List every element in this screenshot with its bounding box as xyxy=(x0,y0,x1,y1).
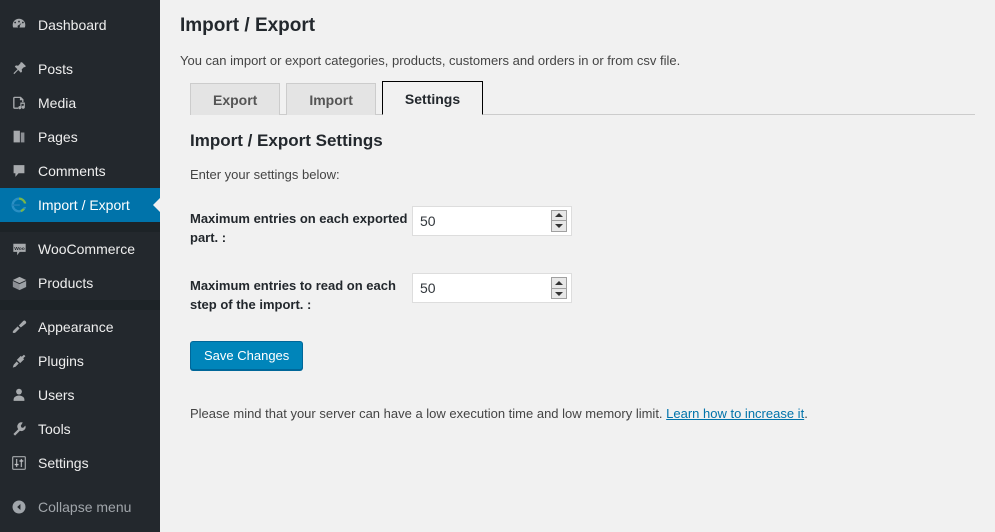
stepper-buttons[interactable] xyxy=(551,277,567,300)
sidebar-divider xyxy=(0,222,160,232)
sidebar-item-label: Products xyxy=(38,275,94,291)
settings-panel: Import / Export Settings Enter your sett… xyxy=(180,115,975,315)
woocommerce-icon: Woo xyxy=(9,239,29,259)
sidebar-item-posts[interactable]: Posts xyxy=(0,52,160,86)
stepper-buttons[interactable] xyxy=(551,209,567,232)
sidebar-item-label: Import / Export xyxy=(38,197,130,213)
field-row-max-import-entries: Maximum entries to read on each step of … xyxy=(190,273,975,315)
footnote-tail: . xyxy=(804,406,808,422)
svg-text:Woo: Woo xyxy=(14,245,25,251)
sidebar-divider xyxy=(0,42,160,52)
max-export-entries-stepper[interactable] xyxy=(412,205,572,236)
dashboard-icon xyxy=(9,15,29,35)
sidebar-item-pages[interactable]: Pages xyxy=(0,120,160,154)
max-export-entries-input[interactable] xyxy=(413,206,571,235)
tab-bar: Export Import Settings xyxy=(190,80,975,115)
sidebar-item-label: Pages xyxy=(38,129,78,145)
pin-icon xyxy=(9,59,29,79)
sidebar-item-label: Posts xyxy=(38,61,74,77)
admin-screen: Dashboard Posts Media Pages Comments Imp… xyxy=(0,0,995,532)
stepper-down-button[interactable] xyxy=(552,221,566,231)
sidebar-item-label: WooCommerce xyxy=(38,241,135,257)
comment-icon xyxy=(9,161,29,181)
max-import-entries-input[interactable] xyxy=(413,274,571,303)
collapse-left-arrow-icon xyxy=(9,497,29,517)
page-title: Import / Export xyxy=(180,15,316,36)
user-icon xyxy=(9,385,29,405)
sliders-icon xyxy=(9,453,29,473)
sidebar-item-users[interactable]: Users xyxy=(0,378,160,412)
sidebar-item-label: Users xyxy=(38,387,75,403)
tab-settings[interactable]: Settings xyxy=(381,80,484,115)
stepper-up-button[interactable] xyxy=(552,278,566,289)
admin-sidebar: Dashboard Posts Media Pages Comments Imp… xyxy=(0,0,161,532)
products-box-icon xyxy=(9,273,29,293)
tab-export[interactable]: Export xyxy=(190,82,281,115)
sidebar-item-plugins[interactable]: Plugins xyxy=(0,344,160,378)
sidebar-item-label: Media xyxy=(38,95,77,111)
field-label: Maximum entries to read on each step of … xyxy=(190,278,396,313)
settings-heading: Import / Export Settings xyxy=(190,130,383,150)
sidebar-item-tools[interactable]: Tools xyxy=(0,412,160,446)
sidebar-item-label: Comments xyxy=(38,163,106,179)
max-import-entries-stepper[interactable] xyxy=(412,273,572,304)
learn-how-link[interactable]: Learn how to increase it xyxy=(666,406,804,421)
stepper-down-button[interactable] xyxy=(552,289,566,299)
sidebar-item-label: Settings xyxy=(38,455,89,471)
save-changes-button[interactable]: Save Changes xyxy=(190,341,304,371)
sidebar-item-settings[interactable]: Settings xyxy=(0,446,160,480)
sidebar-item-dashboard[interactable]: Dashboard xyxy=(0,8,160,42)
sidebar-item-label: Dashboard xyxy=(38,17,107,33)
collapse-menu-button[interactable]: Collapse menu xyxy=(0,490,160,524)
sidebar-item-products[interactable]: Products xyxy=(0,266,160,300)
sidebar-item-media[interactable]: Media xyxy=(0,86,160,120)
main-content: Import / Export You can import or export… xyxy=(160,0,995,532)
field-label: Maximum entries on each exported part. : xyxy=(190,210,408,245)
field-row-max-export-entries: Maximum entries on each exported part. : xyxy=(190,205,975,248)
appearance-brush-icon xyxy=(9,317,29,337)
sidebar-item-label: Plugins xyxy=(38,353,84,369)
footnote-text: Please mind that your server can have a … xyxy=(190,406,667,422)
stepper-up-button[interactable] xyxy=(552,211,566,222)
sidebar-item-appearance[interactable]: Appearance xyxy=(0,310,160,344)
sidebar-item-label: Appearance xyxy=(38,319,114,335)
media-icon xyxy=(9,93,29,113)
sidebar-divider xyxy=(0,300,160,310)
sidebar-divider xyxy=(0,480,160,490)
sidebar-item-comments[interactable]: Comments xyxy=(0,154,160,188)
sidebar-item-import-export[interactable]: Import / Export xyxy=(0,188,161,222)
wrench-icon xyxy=(9,419,29,439)
pages-icon xyxy=(9,127,29,147)
settings-hint: Enter your settings below: xyxy=(190,166,340,182)
sidebar-item-woocommerce[interactable]: Woo WooCommerce xyxy=(0,232,160,266)
page-intro-text: You can import or export categories, pro… xyxy=(180,52,681,68)
sidebar-item-label: Tools xyxy=(38,421,71,437)
tab-import[interactable]: Import xyxy=(286,82,376,115)
plug-icon xyxy=(9,351,29,371)
sync-icon xyxy=(9,195,29,215)
collapse-menu-label: Collapse menu xyxy=(38,499,132,515)
footnote: Please mind that your server can have a … xyxy=(190,406,975,421)
